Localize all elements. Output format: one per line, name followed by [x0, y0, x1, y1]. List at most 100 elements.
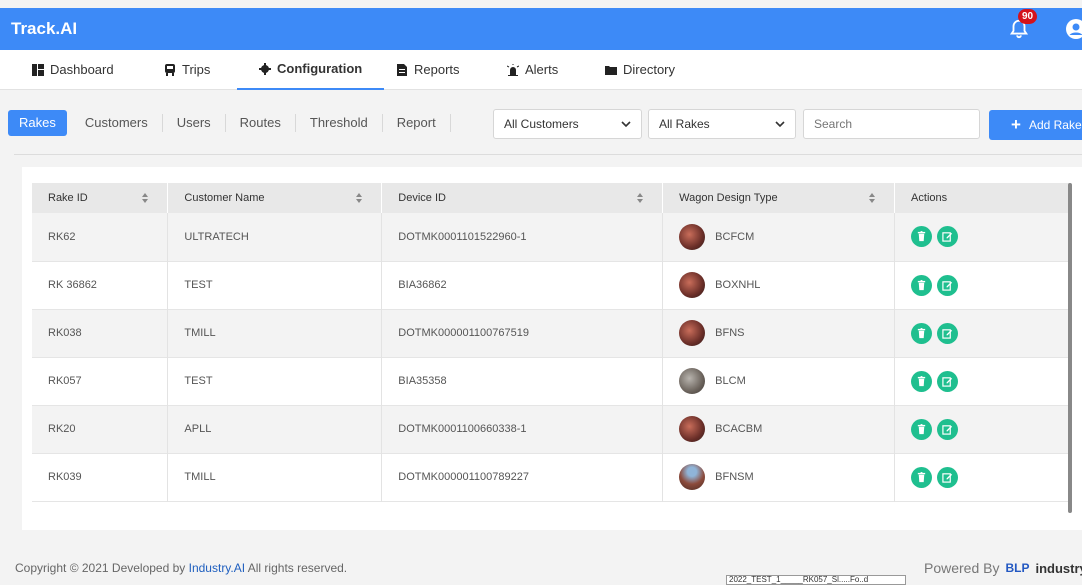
brand-logo[interactable]: Track.AI: [11, 19, 77, 39]
subtab-routes[interactable]: Routes: [226, 114, 296, 132]
column-header-wagon-design-type[interactable]: Wagon Design Type: [662, 183, 896, 213]
table-row[interactable]: RK62 ULTRATECH DOTMK0001101522960-1 BCFCM: [32, 213, 1072, 261]
cell-rake-id: RK20: [32, 405, 169, 453]
nav-dashboard[interactable]: Dashboard: [31, 50, 115, 90]
delete-button[interactable]: [911, 274, 933, 296]
edit-button[interactable]: [937, 418, 959, 440]
cell-customer-name: TEST: [167, 357, 383, 405]
sort-icon: [142, 193, 149, 203]
edit-icon: [942, 472, 953, 483]
cell-actions: [894, 357, 1072, 405]
cell-actions: [894, 261, 1072, 309]
company-link[interactable]: Industry.AI: [189, 561, 245, 575]
column-header-rake-id[interactable]: Rake ID: [32, 183, 169, 213]
config-subtabs: Rakes Customers Users Routes Threshold R…: [8, 108, 451, 138]
subtab-users[interactable]: Users: [163, 114, 226, 132]
wagon-type-label: BFNS: [715, 327, 745, 339]
nav-reports[interactable]: Reports: [395, 50, 461, 90]
edit-button[interactable]: [937, 322, 959, 344]
cell-actions: [894, 405, 1072, 453]
nav-trips[interactable]: Trips: [163, 50, 211, 90]
edit-icon: [942, 424, 953, 435]
table-row[interactable]: RK038 TMILL DOTMK000001100767519 BFNS: [32, 309, 1072, 357]
table-header-row: Rake ID Customer Name Device ID Wagon De…: [32, 183, 1072, 213]
delete-button[interactable]: [911, 466, 933, 488]
edit-button[interactable]: [937, 274, 959, 296]
cell-rake-id: RK62: [32, 213, 169, 261]
sort-icon: [869, 193, 876, 203]
wagon-image: [679, 368, 706, 394]
rakes-table: Rake ID Customer Name Device ID Wagon De…: [32, 183, 1072, 502]
edit-button[interactable]: [937, 370, 959, 392]
header-label: Rake ID: [48, 192, 88, 204]
cell-device-id: BIA36862: [381, 261, 664, 309]
header-label: Wagon Design Type: [679, 192, 778, 204]
notification-bell[interactable]: 90: [1008, 9, 1038, 40]
hover-tooltip: 2022_TEST_1_____RK057_Sl.....Fo..d: [726, 575, 906, 585]
header-label: Device ID: [398, 192, 446, 204]
table-scrollbar[interactable]: [1068, 183, 1072, 513]
nav-alerts[interactable]: Alerts: [506, 50, 559, 90]
wagon-image: [679, 272, 706, 298]
customer-select[interactable]: All Customers: [493, 109, 642, 139]
user-avatar-icon[interactable]: [1066, 19, 1082, 39]
plus-icon: +: [1011, 115, 1021, 134]
chevron-down-icon: [775, 121, 785, 128]
edit-button[interactable]: [937, 226, 959, 248]
copyright-text: Copyright © 2021 Developed by: [15, 561, 189, 575]
copyright-suffix: All rights reserved.: [245, 561, 348, 575]
header-label: Actions: [911, 192, 948, 204]
nav-label: Alerts: [525, 62, 559, 77]
chevron-down-icon: [621, 121, 631, 128]
wagon-type-label: BCFCM: [715, 230, 755, 243]
cell-device-id: DOTMK000001100767519: [381, 309, 664, 357]
notification-badge: 90: [1018, 9, 1038, 24]
cell-device-id: DOTMK0001101522960-1: [381, 213, 664, 261]
trash-icon: [917, 231, 926, 242]
subtab-customers[interactable]: Customers: [71, 114, 163, 132]
delete-button[interactable]: [911, 322, 933, 344]
footer-copyright: Copyright © 2021 Developed by Industry.A…: [15, 561, 347, 575]
subtab-rakes[interactable]: Rakes: [8, 110, 67, 136]
edit-icon: [942, 232, 953, 242]
nav-label: Reports: [414, 62, 460, 77]
cell-wagon-design-type: BFNS: [662, 309, 896, 357]
gear-icon: [259, 62, 271, 75]
delete-button[interactable]: [911, 418, 933, 440]
search-input[interactable]: [803, 109, 980, 139]
add-rake-label: Add Rake: [1028, 118, 1082, 132]
blp-logo: BLP: [1005, 561, 1030, 575]
cell-device-id: BIA35358: [381, 357, 664, 405]
sort-icon: [356, 193, 363, 203]
delete-button[interactable]: [911, 370, 933, 392]
rakes-table-card: Rake ID Customer Name Device ID Wagon De…: [22, 167, 1082, 530]
dashboard-icon: [32, 63, 44, 76]
sort-icon: [637, 193, 644, 203]
wagon-image: [679, 416, 706, 442]
subtab-threshold[interactable]: Threshold: [296, 114, 383, 132]
nav-directory[interactable]: Directory: [604, 50, 676, 90]
subtab-report[interactable]: Report: [383, 114, 451, 132]
table-row[interactable]: RK057 TEST BIA35358 BLCM: [32, 357, 1072, 405]
column-header-device-id[interactable]: Device ID: [381, 183, 664, 213]
column-header-customer-name[interactable]: Customer Name: [167, 183, 383, 213]
table-row[interactable]: RK039 TMILL DOTMK000001100789227 BFNSM: [32, 453, 1072, 501]
table-row[interactable]: RK 36862 TEST BIA36862 BOXNHL: [32, 261, 1072, 309]
edit-icon: [942, 328, 953, 339]
rake-select[interactable]: All Rakes: [648, 109, 796, 139]
nav-configuration[interactable]: Configuration: [237, 50, 385, 90]
add-rake-button[interactable]: + Add Rake: [989, 110, 1082, 140]
trash-icon: [917, 471, 926, 482]
delete-button[interactable]: [911, 226, 933, 248]
header-label: Customer Name: [184, 192, 265, 204]
divider: [14, 154, 1082, 155]
cell-wagon-design-type: BCACBM: [662, 405, 896, 453]
edit-button[interactable]: [937, 466, 959, 488]
table-row[interactable]: RK20 APLL DOTMK0001100660338-1 BCACBM: [32, 405, 1072, 453]
cell-actions: [894, 309, 1072, 357]
wagon-type-label: BOXNHL: [715, 279, 761, 291]
cell-customer-name: TEST: [167, 261, 383, 309]
document-icon: [397, 63, 407, 76]
rake-select-value: All Rakes: [659, 117, 710, 131]
wagon-type-label: BFNSM: [715, 471, 754, 483]
